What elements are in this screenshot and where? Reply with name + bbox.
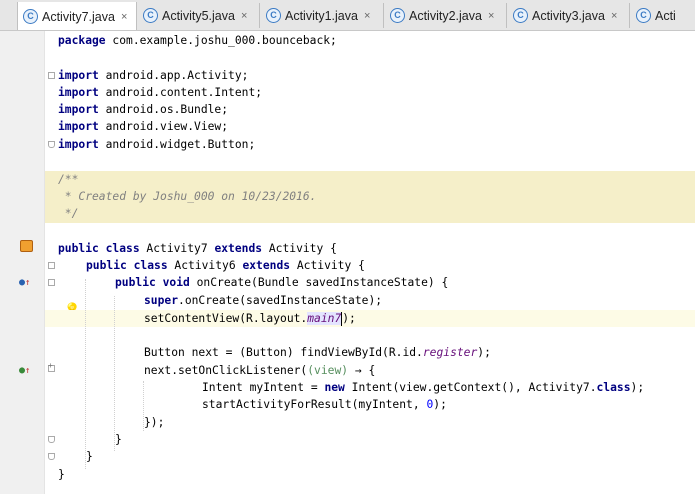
code-line-class: public class Activity7 extends Activity … (58, 242, 337, 255)
tab-label: Activity1.java (285, 8, 358, 23)
code-line-brace: } (58, 468, 65, 481)
tab-label: Activity2.java (409, 8, 482, 23)
java-class-icon: C (266, 8, 281, 23)
java-class-icon: C (513, 8, 528, 23)
indent-guide (85, 279, 86, 469)
code-line-brace: } (115, 433, 122, 446)
tab-activity2[interactable]: C Activity2.java × (385, 3, 507, 28)
tab-activity7[interactable]: C Activity7.java × (17, 2, 137, 30)
tab-truncated[interactable]: C Acti (631, 3, 695, 28)
editor-tab-bar: C Activity7.java × C Activity5.java × C … (0, 0, 695, 31)
tab-label: Acti (655, 8, 676, 23)
code-editor[interactable]: package com.example.joshu_000.bounceback… (45, 31, 695, 494)
code-line-brace: } (86, 450, 93, 463)
editor-gutter: ●↑ 💡 ●↑ (0, 31, 80, 494)
java-class-icon: C (23, 9, 38, 24)
code-line-import: import android.os.Bundle; (58, 103, 229, 116)
code-line-close-listener: }); (144, 416, 165, 429)
activity-layout-icon[interactable] (20, 240, 33, 252)
code-line-listener: next.setOnClickListener((view) → { (144, 364, 376, 377)
code-line-comment: */ (58, 207, 79, 220)
code-line-package: package com.example.joshu_000.bounceback… (58, 34, 337, 47)
code-line-intent: Intent myIntent = new Intent(view.getCon… (202, 381, 645, 394)
tab-activity3[interactable]: C Activity3.java × (508, 3, 630, 28)
close-icon[interactable]: × (121, 11, 127, 23)
implement-icon[interactable]: ●↑ (19, 365, 30, 377)
code-line-oncreate: public void onCreate(Bundle savedInstanc… (115, 276, 449, 289)
tab-label: Activity7.java (42, 9, 115, 24)
close-icon[interactable]: × (241, 10, 247, 22)
code-line-inner-class: public class Activity6 extends Activity … (86, 259, 365, 272)
close-icon[interactable]: × (611, 10, 617, 22)
override-method-icon[interactable]: ●↑ (19, 277, 30, 289)
code-line-import: import android.content.Intent; (58, 86, 263, 99)
code-line-super: super.onCreate(savedInstanceState); (144, 294, 383, 307)
close-icon[interactable]: × (364, 10, 370, 22)
tab-activity1[interactable]: C Activity1.java × (261, 3, 384, 28)
code-line-comment: * Created by Joshu_000 on 10/23/2016. (58, 190, 317, 203)
tab-label: Activity5.java (162, 8, 235, 23)
tab-activity5[interactable]: C Activity5.java × (138, 3, 260, 28)
java-class-icon: C (143, 8, 158, 23)
code-line-import: import android.view.View; (58, 120, 229, 133)
close-icon[interactable]: × (488, 10, 494, 22)
code-line-startactivity: startActivityForResult(myIntent, 0); (202, 398, 447, 411)
code-line-setcontentview: setContentView(R.layout.main7); (144, 312, 356, 326)
code-line-import: import android.widget.Button; (58, 138, 256, 151)
code-line-import: import android.app.Activity; (58, 69, 249, 82)
code-line-button: Button next = (Button) findViewById(R.id… (144, 346, 491, 359)
java-class-icon: C (390, 8, 405, 23)
indent-guide (114, 296, 115, 451)
tab-label: Activity3.java (532, 8, 605, 23)
java-class-icon: C (636, 8, 651, 23)
code-line-comment: /** (58, 173, 79, 186)
